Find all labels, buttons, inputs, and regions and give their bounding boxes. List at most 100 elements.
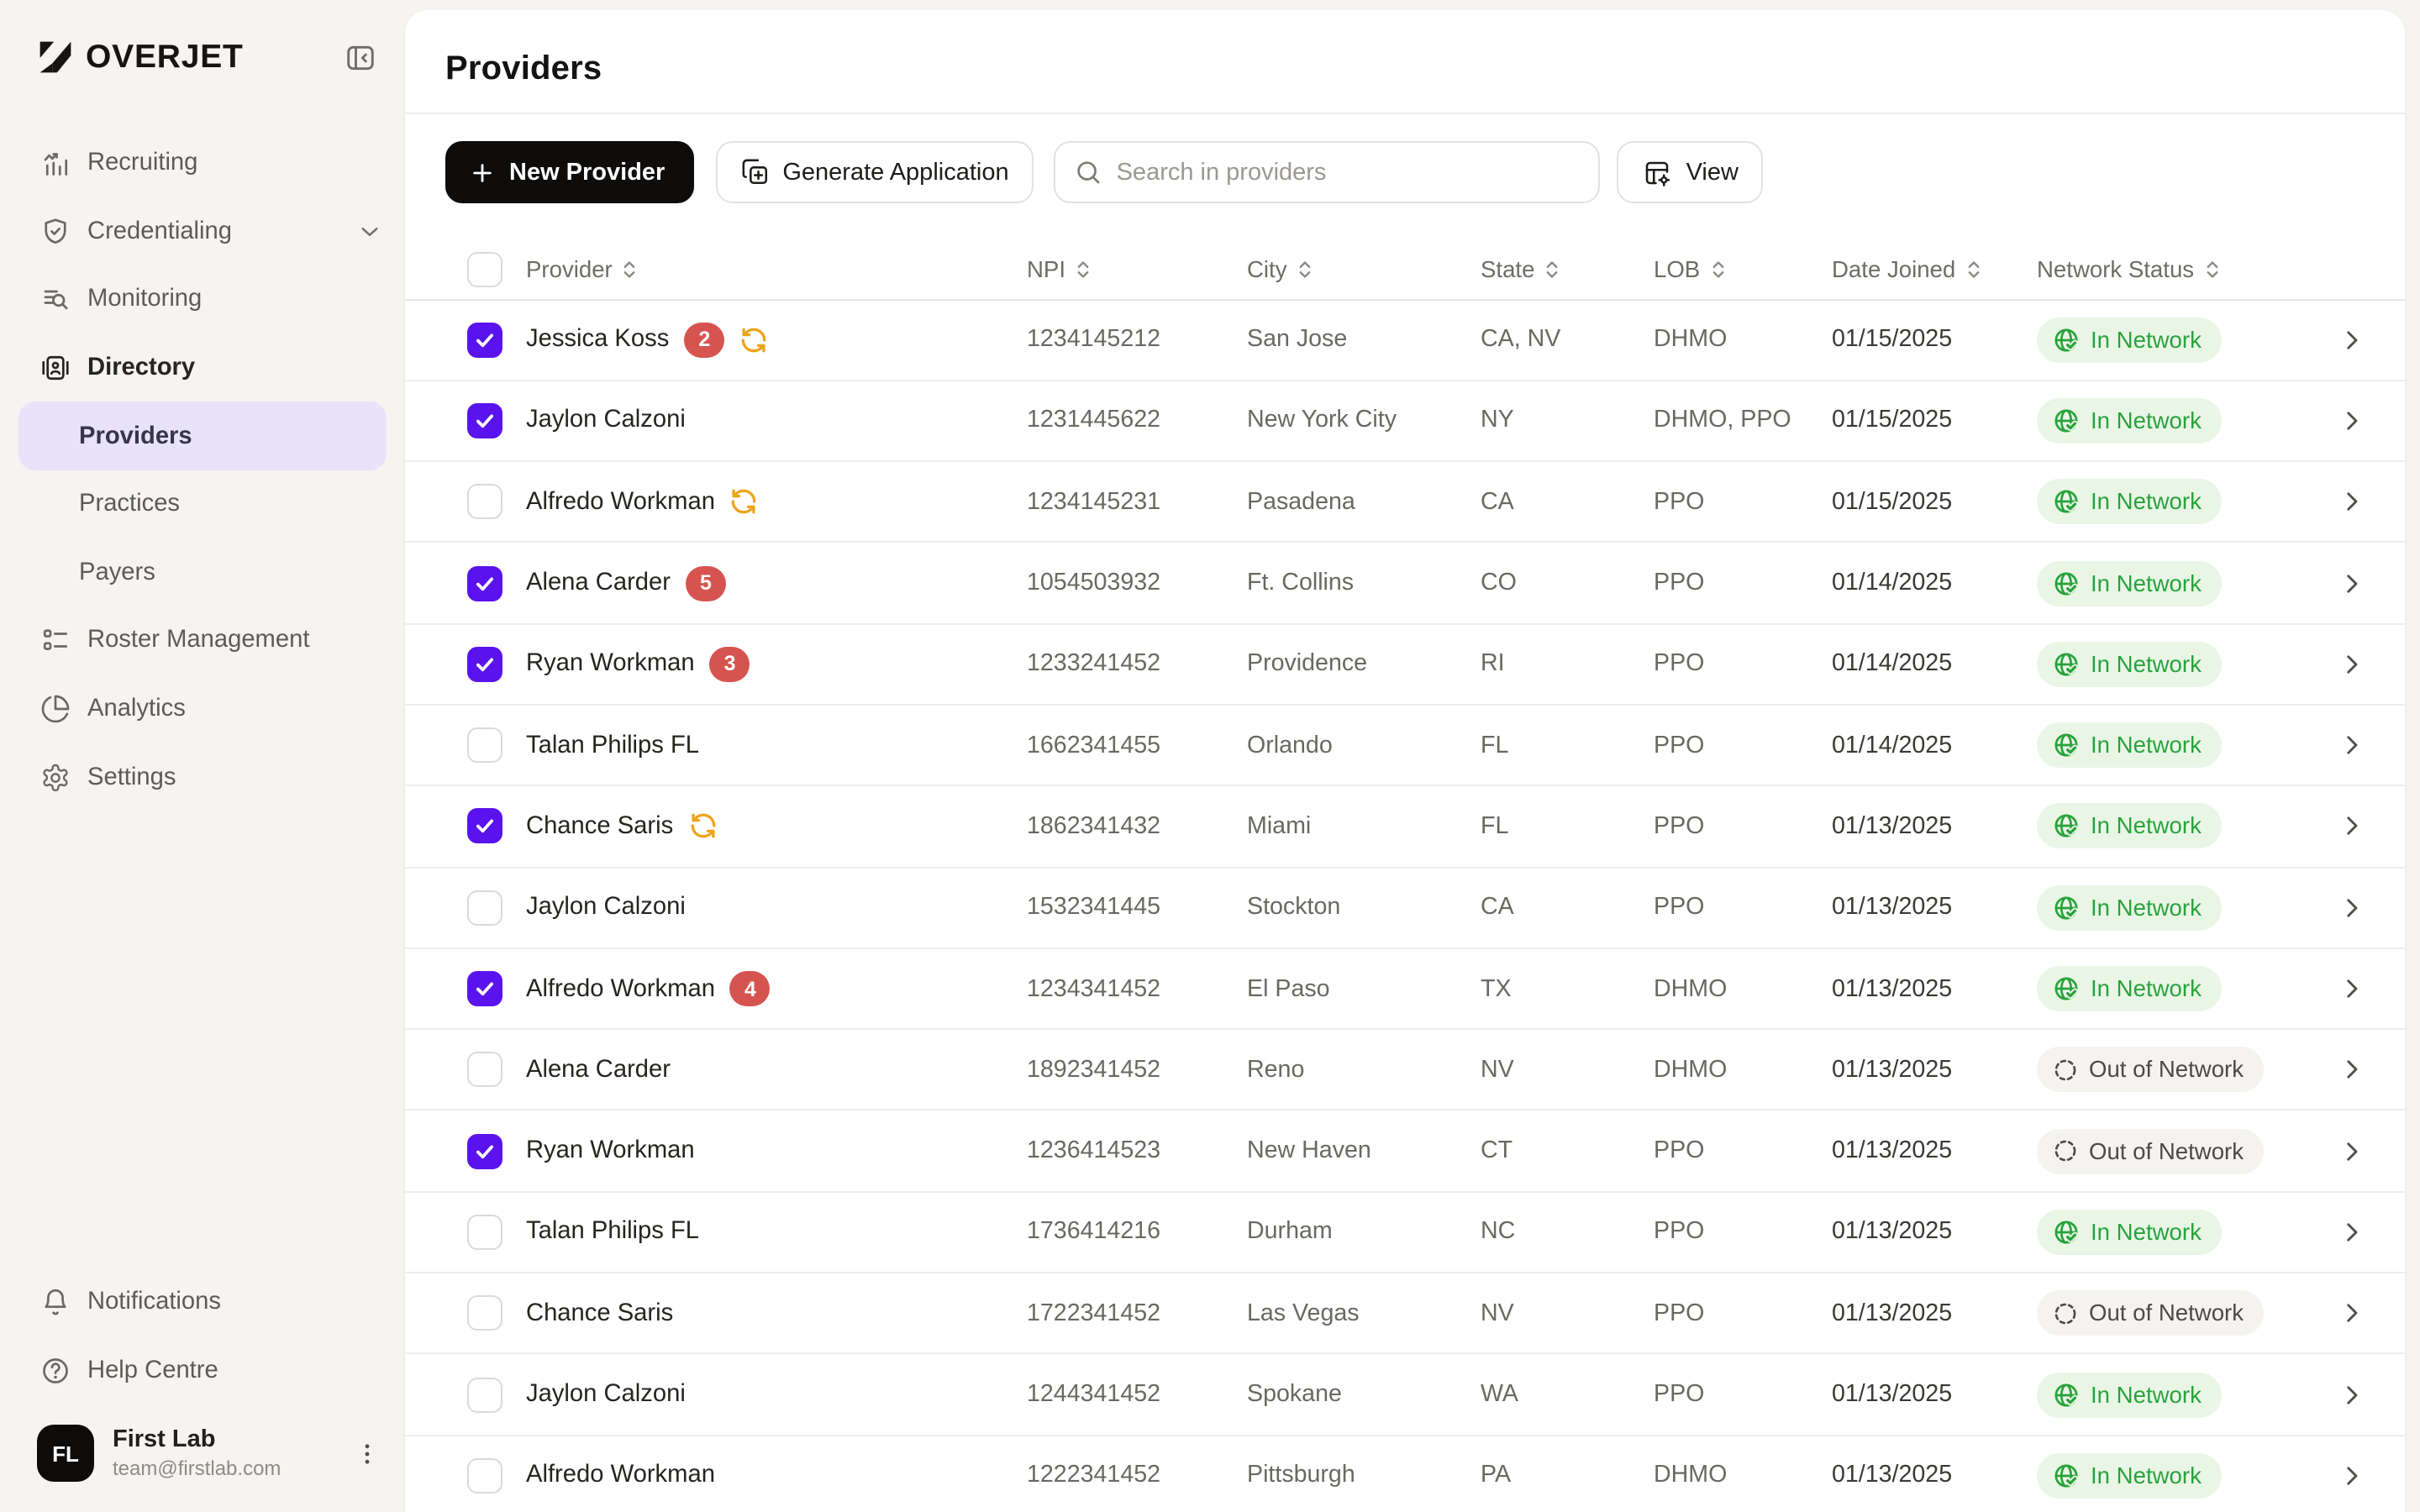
column-header-lob[interactable]: LOB (1654, 258, 1832, 283)
sidebar-item-notifications[interactable]: Notifications (0, 1268, 405, 1336)
row-chevron-right-icon[interactable] (2329, 407, 2366, 435)
row-chevron-right-icon[interactable] (2329, 812, 2366, 841)
table-row[interactable]: Alena Carder 1892341452 Reno NV DHMO 01/… (405, 1030, 2405, 1111)
table-row[interactable]: Talan Philips FL 1662341455 Orlando FL P… (405, 706, 2405, 787)
table-row[interactable]: Jaylon Calzoni 1231445622 New York City … (405, 381, 2405, 463)
dashed-circle-icon (2052, 1299, 2079, 1326)
row-checkbox-cell (467, 971, 526, 1006)
column-header-city[interactable]: City (1247, 258, 1481, 283)
table-row[interactable]: Alena Carder 5 1054503932 Ft. Collins CO… (405, 543, 2405, 625)
row-checkbox[interactable] (467, 1458, 502, 1494)
row-chevron-right-icon[interactable] (2329, 569, 2366, 597)
row-checkbox[interactable] (467, 971, 502, 1006)
row-chevron-right-icon[interactable] (2329, 1380, 2366, 1409)
city-cell: Stockton (1247, 894, 1481, 921)
table-row[interactable]: Chance Saris 1862341432 Miami FL PPO 01/… (405, 787, 2405, 869)
row-checkbox[interactable] (467, 1215, 502, 1250)
row-checkbox[interactable] (467, 1133, 502, 1168)
network-status-cell: In Network (2037, 966, 2329, 1011)
user-row[interactable]: FL First Lab team@firstlab.com (0, 1404, 405, 1495)
view-button[interactable]: View (1618, 141, 1764, 203)
table-row[interactable]: Alfredo Workman 1234145231 Pasadena CA P… (405, 462, 2405, 543)
row-checkbox[interactable] (467, 322, 502, 357)
select-all-checkbox-cell (467, 253, 526, 288)
network-status-badge: In Network (2037, 560, 2222, 606)
sidebar-item-settings[interactable]: Settings (0, 743, 405, 811)
state-cell: CA (1481, 488, 1654, 515)
sidebar-item-credentialing[interactable]: Credentialing (0, 197, 405, 265)
npi-cell: 1234341452 (1027, 975, 1247, 1002)
overjet-logo-text: OVERJET (86, 38, 244, 76)
provider-cell: Alena Carder (526, 1057, 1027, 1084)
row-checkbox[interactable] (467, 809, 502, 844)
globe-check-icon (2052, 569, 2081, 597)
table-row[interactable]: Jaylon Calzoni 1532341445 Stockton CA PP… (405, 868, 2405, 949)
sidebar-footer: Notifications Help Centre FL First Lab t… (0, 1268, 405, 1512)
city-cell: San Jose (1247, 326, 1481, 353)
row-chevron-right-icon[interactable] (2329, 731, 2366, 759)
column-header-provider[interactable]: Provider (526, 258, 1027, 283)
column-header-date-joined[interactable]: Date Joined (1832, 258, 2037, 283)
app-window: OVERJET Recruiting Credentialing Monitor… (0, 0, 2420, 1512)
column-header-network-status[interactable]: Network Status (2037, 258, 2329, 283)
row-chevron-right-icon[interactable] (2329, 1056, 2366, 1084)
city-cell: Providence (1247, 651, 1481, 678)
row-checkbox-cell (467, 647, 526, 682)
sidebar-item-providers[interactable]: Providers (18, 402, 387, 470)
row-chevron-right-icon[interactable] (2329, 1137, 2366, 1165)
row-checkbox[interactable] (467, 727, 502, 763)
date-joined-cell: 01/13/2025 (1832, 1299, 2037, 1326)
sidebar-item-roster-management[interactable]: Roster Management (0, 606, 405, 675)
row-checkbox[interactable] (467, 1053, 502, 1088)
row-chevron-right-icon[interactable] (2329, 650, 2366, 679)
sidebar-item-payers[interactable]: Payers (0, 538, 405, 606)
provider-name: Chance Saris (526, 1299, 673, 1326)
sidebar-collapse-icon[interactable] (338, 35, 381, 79)
table-row[interactable]: Alfredo Workman 1222341452 Pittsburgh PA… (405, 1436, 2405, 1512)
row-checkbox[interactable] (467, 565, 502, 601)
column-header-npi[interactable]: NPI (1027, 258, 1247, 283)
npi-cell: 1222341452 (1027, 1462, 1247, 1489)
globe-check-icon (2052, 1218, 2081, 1247)
lob-cell: PPO (1654, 651, 1832, 678)
sidebar-item-directory[interactable]: Directory (0, 334, 405, 402)
row-chevron-right-icon[interactable] (2329, 325, 2366, 354)
row-checkbox[interactable] (467, 403, 502, 438)
row-checkbox[interactable] (467, 484, 502, 519)
table-row[interactable]: Talan Philips FL 1736414216 Durham NC PP… (405, 1193, 2405, 1274)
table-row[interactable]: Alfredo Workman 4 1234341452 El Paso TX … (405, 949, 2405, 1031)
table-row[interactable]: Ryan Workman 1236414523 New Haven CT PPO… (405, 1111, 2405, 1193)
sidebar-item-recruiting[interactable]: Recruiting (0, 129, 405, 197)
search-input[interactable] (1117, 159, 1581, 186)
row-chevron-right-icon[interactable] (2329, 974, 2366, 1003)
table-row[interactable]: Jessica Koss 2 1234145212 San Jose CA, N… (405, 300, 2405, 381)
row-checkbox[interactable] (467, 647, 502, 682)
sidebar-item-analytics[interactable]: Analytics (0, 675, 405, 743)
select-all-checkbox[interactable] (467, 253, 502, 288)
generate-application-button[interactable]: Generate Application (715, 141, 1034, 203)
date-joined-cell: 01/13/2025 (1832, 813, 2037, 840)
sidebar-item-practices[interactable]: Practices (0, 470, 405, 538)
user-menu-dots-icon[interactable] (353, 1439, 381, 1467)
row-checkbox[interactable] (467, 1377, 502, 1412)
row-chevron-right-icon[interactable] (2329, 893, 2366, 921)
row-checkbox[interactable] (467, 1295, 502, 1331)
table-row[interactable]: Ryan Workman 3 1233241452 Providence RI … (405, 624, 2405, 706)
table-row[interactable]: Chance Saris 1722341452 Las Vegas NV PPO… (405, 1273, 2405, 1355)
row-checkbox[interactable] (467, 890, 502, 925)
column-header-state[interactable]: State (1481, 258, 1654, 283)
network-status-badge: In Network (2037, 317, 2222, 362)
row-chevron-right-icon[interactable] (2329, 1462, 2366, 1490)
sidebar-item-help-centre[interactable]: Help Centre (0, 1336, 405, 1404)
npi-cell: 1662341455 (1027, 732, 1247, 759)
lob-cell: DHMO (1654, 975, 1832, 1002)
row-chevron-right-icon[interactable] (2329, 1299, 2366, 1327)
date-joined-cell: 01/15/2025 (1832, 326, 2037, 353)
globe-check-icon (2052, 650, 2081, 679)
row-chevron-right-icon[interactable] (2329, 487, 2366, 516)
sidebar-item-monitoring[interactable]: Monitoring (0, 265, 405, 333)
row-chevron-right-icon[interactable] (2329, 1218, 2366, 1247)
table-row[interactable]: Jaylon Calzoni 1244341452 Spokane WA PPO… (405, 1355, 2405, 1436)
new-provider-button[interactable]: New Provider (445, 141, 693, 203)
search-box[interactable] (1055, 141, 1601, 203)
